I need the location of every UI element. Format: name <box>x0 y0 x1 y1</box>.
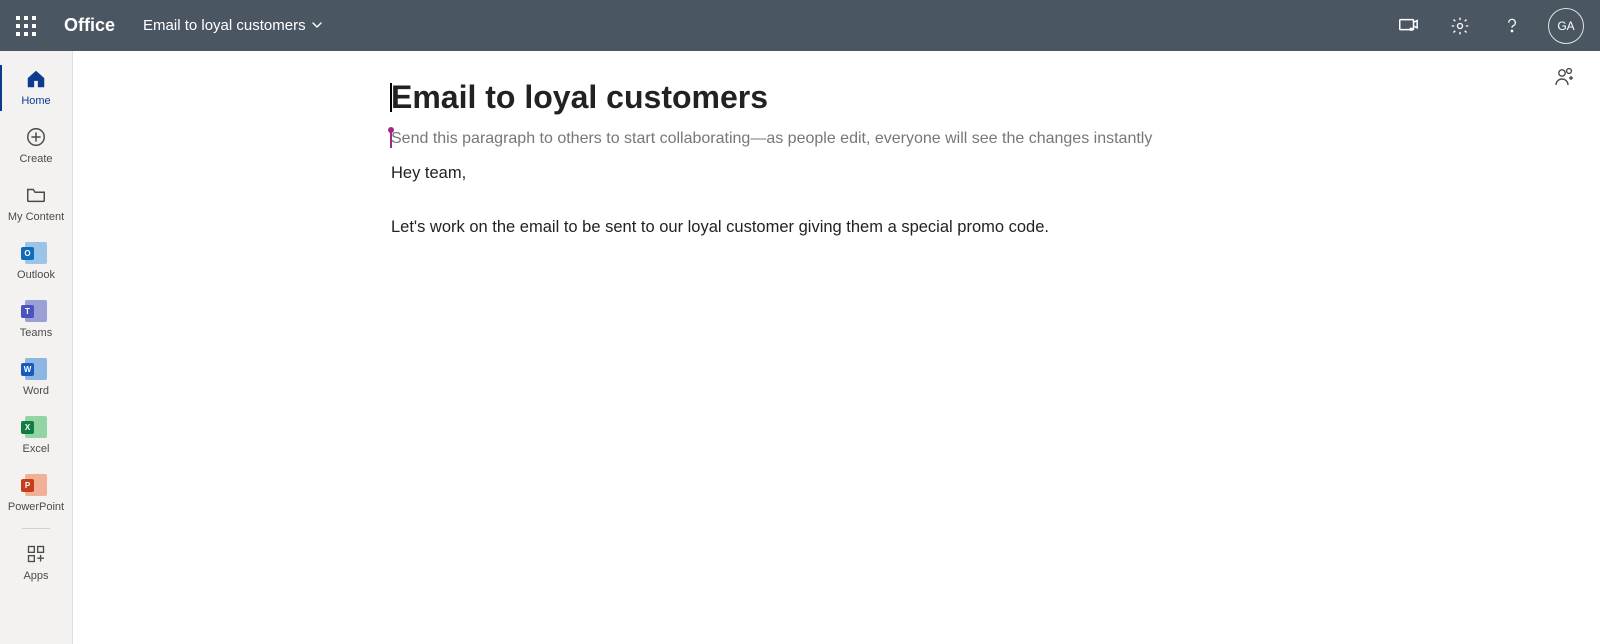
powerpoint-icon: P <box>25 473 47 497</box>
rail-create[interactable]: Create <box>0 117 72 175</box>
rail-divider <box>22 528 50 529</box>
share-people-icon[interactable] <box>1552 65 1576 94</box>
rail-apps[interactable]: Apps <box>0 534 72 592</box>
text-cursor <box>390 83 392 112</box>
plus-circle-icon <box>25 125 47 149</box>
left-nav-rail: Home Create My Content O Outlook <box>0 51 73 644</box>
app-launcher-icon[interactable] <box>16 16 36 36</box>
document: Email to loyal customers Send this parag… <box>391 51 1331 240</box>
document-surface[interactable]: Email to loyal customers Send this parag… <box>73 51 1600 644</box>
chevron-down-icon <box>312 17 322 34</box>
rail-home-label: Home <box>21 95 50 107</box>
rail-powerpoint-label: PowerPoint <box>8 501 64 513</box>
user-avatar[interactable]: GA <box>1548 8 1584 44</box>
rail-word[interactable]: W Word <box>0 349 72 407</box>
rail-teams-label: Teams <box>20 327 52 339</box>
word-icon: W <box>25 357 47 381</box>
collaboration-hint-text: Send this paragraph to others to start c… <box>391 130 1152 147</box>
home-icon <box>25 67 47 91</box>
rail-teams[interactable]: T Teams <box>0 291 72 349</box>
paragraph-1[interactable]: Hey team, <box>391 162 1331 186</box>
rail-excel[interactable]: X Excel <box>0 407 72 465</box>
present-icon[interactable] <box>1382 0 1434 51</box>
app-name[interactable]: Office <box>64 15 115 36</box>
rail-apps-label: Apps <box>23 570 48 582</box>
rail-powerpoint[interactable]: P PowerPoint <box>0 465 72 523</box>
rail-my-content-label: My Content <box>8 211 64 223</box>
outlook-icon: O <box>25 241 47 265</box>
help-icon[interactable] <box>1486 0 1538 51</box>
rail-create-label: Create <box>19 153 52 165</box>
rail-excel-label: Excel <box>23 443 50 455</box>
rail-word-label: Word <box>23 385 49 397</box>
rail-my-content[interactable]: My Content <box>0 175 72 233</box>
rail-home[interactable]: Home <box>0 59 72 117</box>
document-title-dropdown[interactable]: Email to loyal customers <box>143 17 322 34</box>
rail-outlook-label: Outlook <box>17 269 55 281</box>
teams-icon: T <box>25 299 47 323</box>
collaboration-hint[interactable]: Send this paragraph to others to start c… <box>391 130 1331 148</box>
document-heading[interactable]: Email to loyal customers <box>391 79 1331 116</box>
document-title-text: Email to loyal customers <box>143 17 306 34</box>
app-header: Office Email to loyal customers GA <box>0 0 1600 51</box>
excel-icon: X <box>25 415 47 439</box>
presence-dot-icon <box>388 127 394 133</box>
paragraph-2[interactable]: Let's work on the email to be sent to ou… <box>391 216 1331 240</box>
apps-icon <box>26 542 46 566</box>
rail-outlook[interactable]: O Outlook <box>0 233 72 291</box>
gear-icon[interactable] <box>1434 0 1486 51</box>
folder-icon <box>25 183 47 207</box>
